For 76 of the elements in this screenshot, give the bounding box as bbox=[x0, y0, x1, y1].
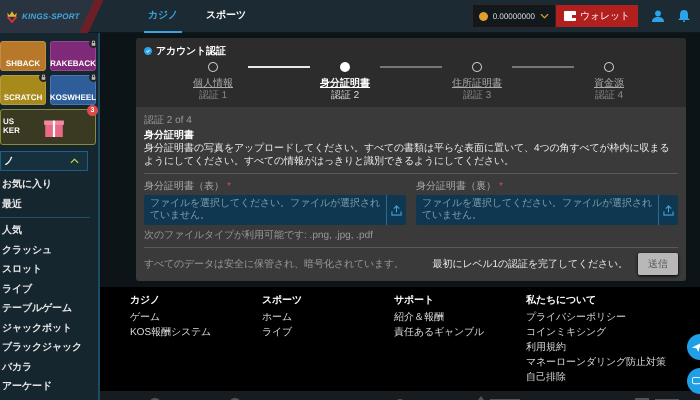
sidebar-item[interactable]: ジャックポット bbox=[0, 318, 98, 338]
sidebar-item[interactable]: 人気 bbox=[0, 221, 98, 240]
paper-plane-icon bbox=[692, 342, 700, 352]
section-header[interactable]: ノ bbox=[0, 151, 88, 171]
warning-text: 最初にレベル1の認証を完了してください。 bbox=[432, 258, 628, 271]
logo-text: KINGS-SPORT bbox=[22, 12, 80, 20]
chat-icon bbox=[692, 376, 700, 386]
promo-tile[interactable]: RAKEBACK bbox=[50, 41, 96, 71]
promo-label: KOSWHEEL bbox=[50, 93, 96, 102]
user-icon[interactable] bbox=[652, 10, 664, 22]
promo-label: US bbox=[3, 117, 14, 126]
sidebar-item[interactable]: 最近 bbox=[0, 194, 98, 214]
sidebar-item[interactable]: アーケード bbox=[0, 377, 98, 396]
sidebar-item[interactable]: ライブ bbox=[0, 280, 98, 299]
sidebar-item[interactable]: バカラ bbox=[0, 358, 98, 377]
promo-label: SHBACK bbox=[6, 59, 40, 68]
sidebar-item[interactable]: スロット bbox=[0, 260, 98, 280]
wallet-button[interactable]: ウォレット bbox=[556, 5, 638, 27]
step-label[interactable]: 住所証明書 bbox=[452, 76, 502, 90]
nav-tab[interactable]: カジノ bbox=[144, 0, 182, 32]
instructions-text: 身分証明書の写真をアップロードしてください。すべての書類は平らな表面に置いて、4つの角すべてが枠内に収まるようにしてください。すべての情報がはっきりと識別できるようにしてください。 bbox=[144, 142, 671, 168]
promo-tile[interactable]: KOSWHEEL bbox=[50, 75, 96, 105]
required-mark: * bbox=[499, 181, 503, 192]
field-placeholder: ファイルを選択してください。ファイルが選択されていません。 bbox=[421, 197, 653, 223]
bell-icon[interactable] bbox=[678, 10, 690, 22]
promo-tile[interactable]: SHBACK bbox=[0, 41, 46, 71]
footer-heading: サポート bbox=[394, 294, 434, 307]
upload-icon bbox=[391, 204, 402, 216]
promo-label: RAKEBACK bbox=[50, 59, 96, 68]
footer-link[interactable]: ホーム bbox=[262, 310, 292, 325]
footer-heading: 私たちについて bbox=[526, 294, 596, 307]
promo-label: KER bbox=[3, 126, 20, 135]
step-label[interactable]: 資金源 bbox=[594, 76, 624, 90]
coin-icon bbox=[478, 12, 488, 20]
card-title: アカウント認証 bbox=[156, 44, 226, 58]
sidebar-item[interactable]: テーブルゲーム bbox=[0, 299, 98, 318]
step-label[interactable]: 身分証明書 bbox=[320, 76, 370, 90]
section-label: ノ bbox=[4, 155, 14, 168]
footer-link[interactable]: プライバシーポリシー bbox=[526, 310, 626, 325]
upload-icon bbox=[663, 204, 674, 216]
footer-link[interactable]: 紹介＆報酬 bbox=[394, 310, 444, 325]
chevron-down-icon bbox=[540, 13, 549, 19]
step-number: 認証 3 bbox=[462, 90, 492, 101]
balance-amount: 0.00000000 bbox=[492, 12, 535, 20]
verified-badge-icon bbox=[144, 47, 152, 55]
security-note: すべてのデータは安全に保管され、暗号化されています。 bbox=[144, 258, 405, 271]
step-number: 認証 1 bbox=[198, 90, 228, 101]
sidebar-item[interactable]: クラッシュ bbox=[0, 240, 98, 260]
required-mark: * bbox=[227, 181, 231, 192]
field-placeholder: ファイルを選択してください。ファイルが選択されていません。 bbox=[149, 197, 381, 223]
nav-tab[interactable]: スポーツ bbox=[202, 0, 250, 32]
footer-link[interactable]: KOS報酬システム bbox=[130, 325, 212, 340]
field-label: 身分証明書（表） bbox=[144, 181, 224, 192]
section-heading: 身分証明書 bbox=[144, 128, 195, 142]
footer-link[interactable]: 利用規約 bbox=[526, 340, 566, 355]
step-count: 認証 2 of 4 bbox=[144, 114, 193, 127]
sidebar-item[interactable]: ブラックジャック bbox=[0, 338, 98, 358]
step-label[interactable]: 個人情報 bbox=[193, 76, 233, 90]
footer-link[interactable]: ライブ bbox=[262, 325, 292, 340]
footer-link[interactable]: 自己排除 bbox=[526, 370, 566, 385]
field-label: 身分証明書（裏） bbox=[416, 181, 496, 192]
file-input-field[interactable]: ファイルを選択してください。ファイルが選択されていません。 bbox=[416, 195, 678, 225]
footer-link[interactable]: 責任あるギャンブル bbox=[394, 325, 484, 340]
balance-selector[interactable]: 0.00000000 bbox=[472, 4, 556, 28]
step-number: 認証 2 bbox=[330, 90, 360, 101]
footer-link[interactable]: ゲーム bbox=[130, 310, 160, 325]
step-number: 認証 4 bbox=[594, 90, 624, 101]
footer-link[interactable]: コインミキシング bbox=[526, 325, 606, 340]
footer-link[interactable]: マネーローンダリング防止対策 bbox=[526, 355, 666, 370]
wallet-icon bbox=[564, 11, 576, 21]
footer-heading: スポーツ bbox=[262, 294, 302, 307]
file-input-field[interactable]: ファイルを選択してください。ファイルが選択されていません。 bbox=[144, 195, 406, 225]
footer-heading: カジノ bbox=[130, 294, 160, 307]
promo-label: SCRATCH bbox=[4, 93, 42, 102]
sidebar-item[interactable]: お気に入り bbox=[0, 175, 98, 194]
file-types-hint: 次のファイルタイプが利用可能です: .png, .jpg, .pdf bbox=[144, 228, 374, 242]
